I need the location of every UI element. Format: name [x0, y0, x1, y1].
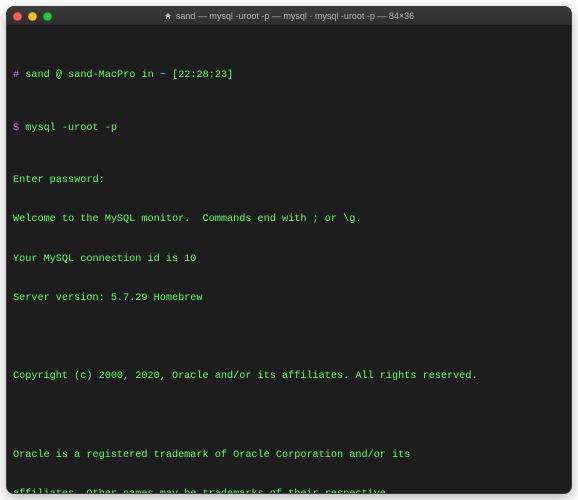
- prompt-user: sand: [25, 70, 49, 81]
- prompt-time: [22:28:23]: [172, 70, 233, 81]
- output-line: Your MySQL connection id is 10: [13, 253, 565, 266]
- output-line: Server version: 5.7.29 Homebrew: [13, 292, 565, 305]
- home-icon: [164, 12, 172, 20]
- zoom-icon[interactable]: [43, 12, 52, 21]
- output-line: Copyright (c) 2000, 2020, Oracle and/or …: [13, 370, 565, 383]
- prompt-dollar: $: [13, 123, 19, 134]
- prompt-in: in: [141, 70, 153, 81]
- shell-prompt-line: # sand @ sand-MacPro in ~ [22:28:23]: [13, 69, 565, 82]
- window-title: sand — mysql -uroot -p — mysql · mysql -…: [7, 7, 571, 25]
- terminal-window: sand — mysql -uroot -p — mysql · mysql -…: [6, 6, 572, 494]
- output-line: Oracle is a registered trademark of Orac…: [13, 449, 565, 462]
- prompt-hash: #: [13, 70, 19, 81]
- output-line: Welcome to the MySQL monitor. Commands e…: [13, 213, 565, 226]
- terminal-body[interactable]: # sand @ sand-MacPro in ~ [22:28:23] $ m…: [7, 26, 571, 494]
- prompt-path: ~: [160, 70, 166, 81]
- minimize-icon[interactable]: [28, 12, 37, 21]
- close-icon[interactable]: [13, 12, 22, 21]
- titlebar[interactable]: sand — mysql -uroot -p — mysql · mysql -…: [7, 7, 571, 26]
- output-line: [13, 331, 565, 344]
- command-line: $ mysql -uroot -p: [13, 122, 565, 135]
- output-line: affiliates. Other names may be trademark…: [13, 488, 565, 494]
- prompt-host: sand-MacPro: [68, 70, 135, 81]
- window-title-text: sand — mysql -uroot -p — mysql · mysql -…: [176, 7, 414, 25]
- output-line: Enter password:: [13, 174, 565, 187]
- prompt-at: @: [56, 70, 62, 81]
- output-line: [13, 410, 565, 423]
- command-text: mysql -uroot -p: [25, 123, 117, 134]
